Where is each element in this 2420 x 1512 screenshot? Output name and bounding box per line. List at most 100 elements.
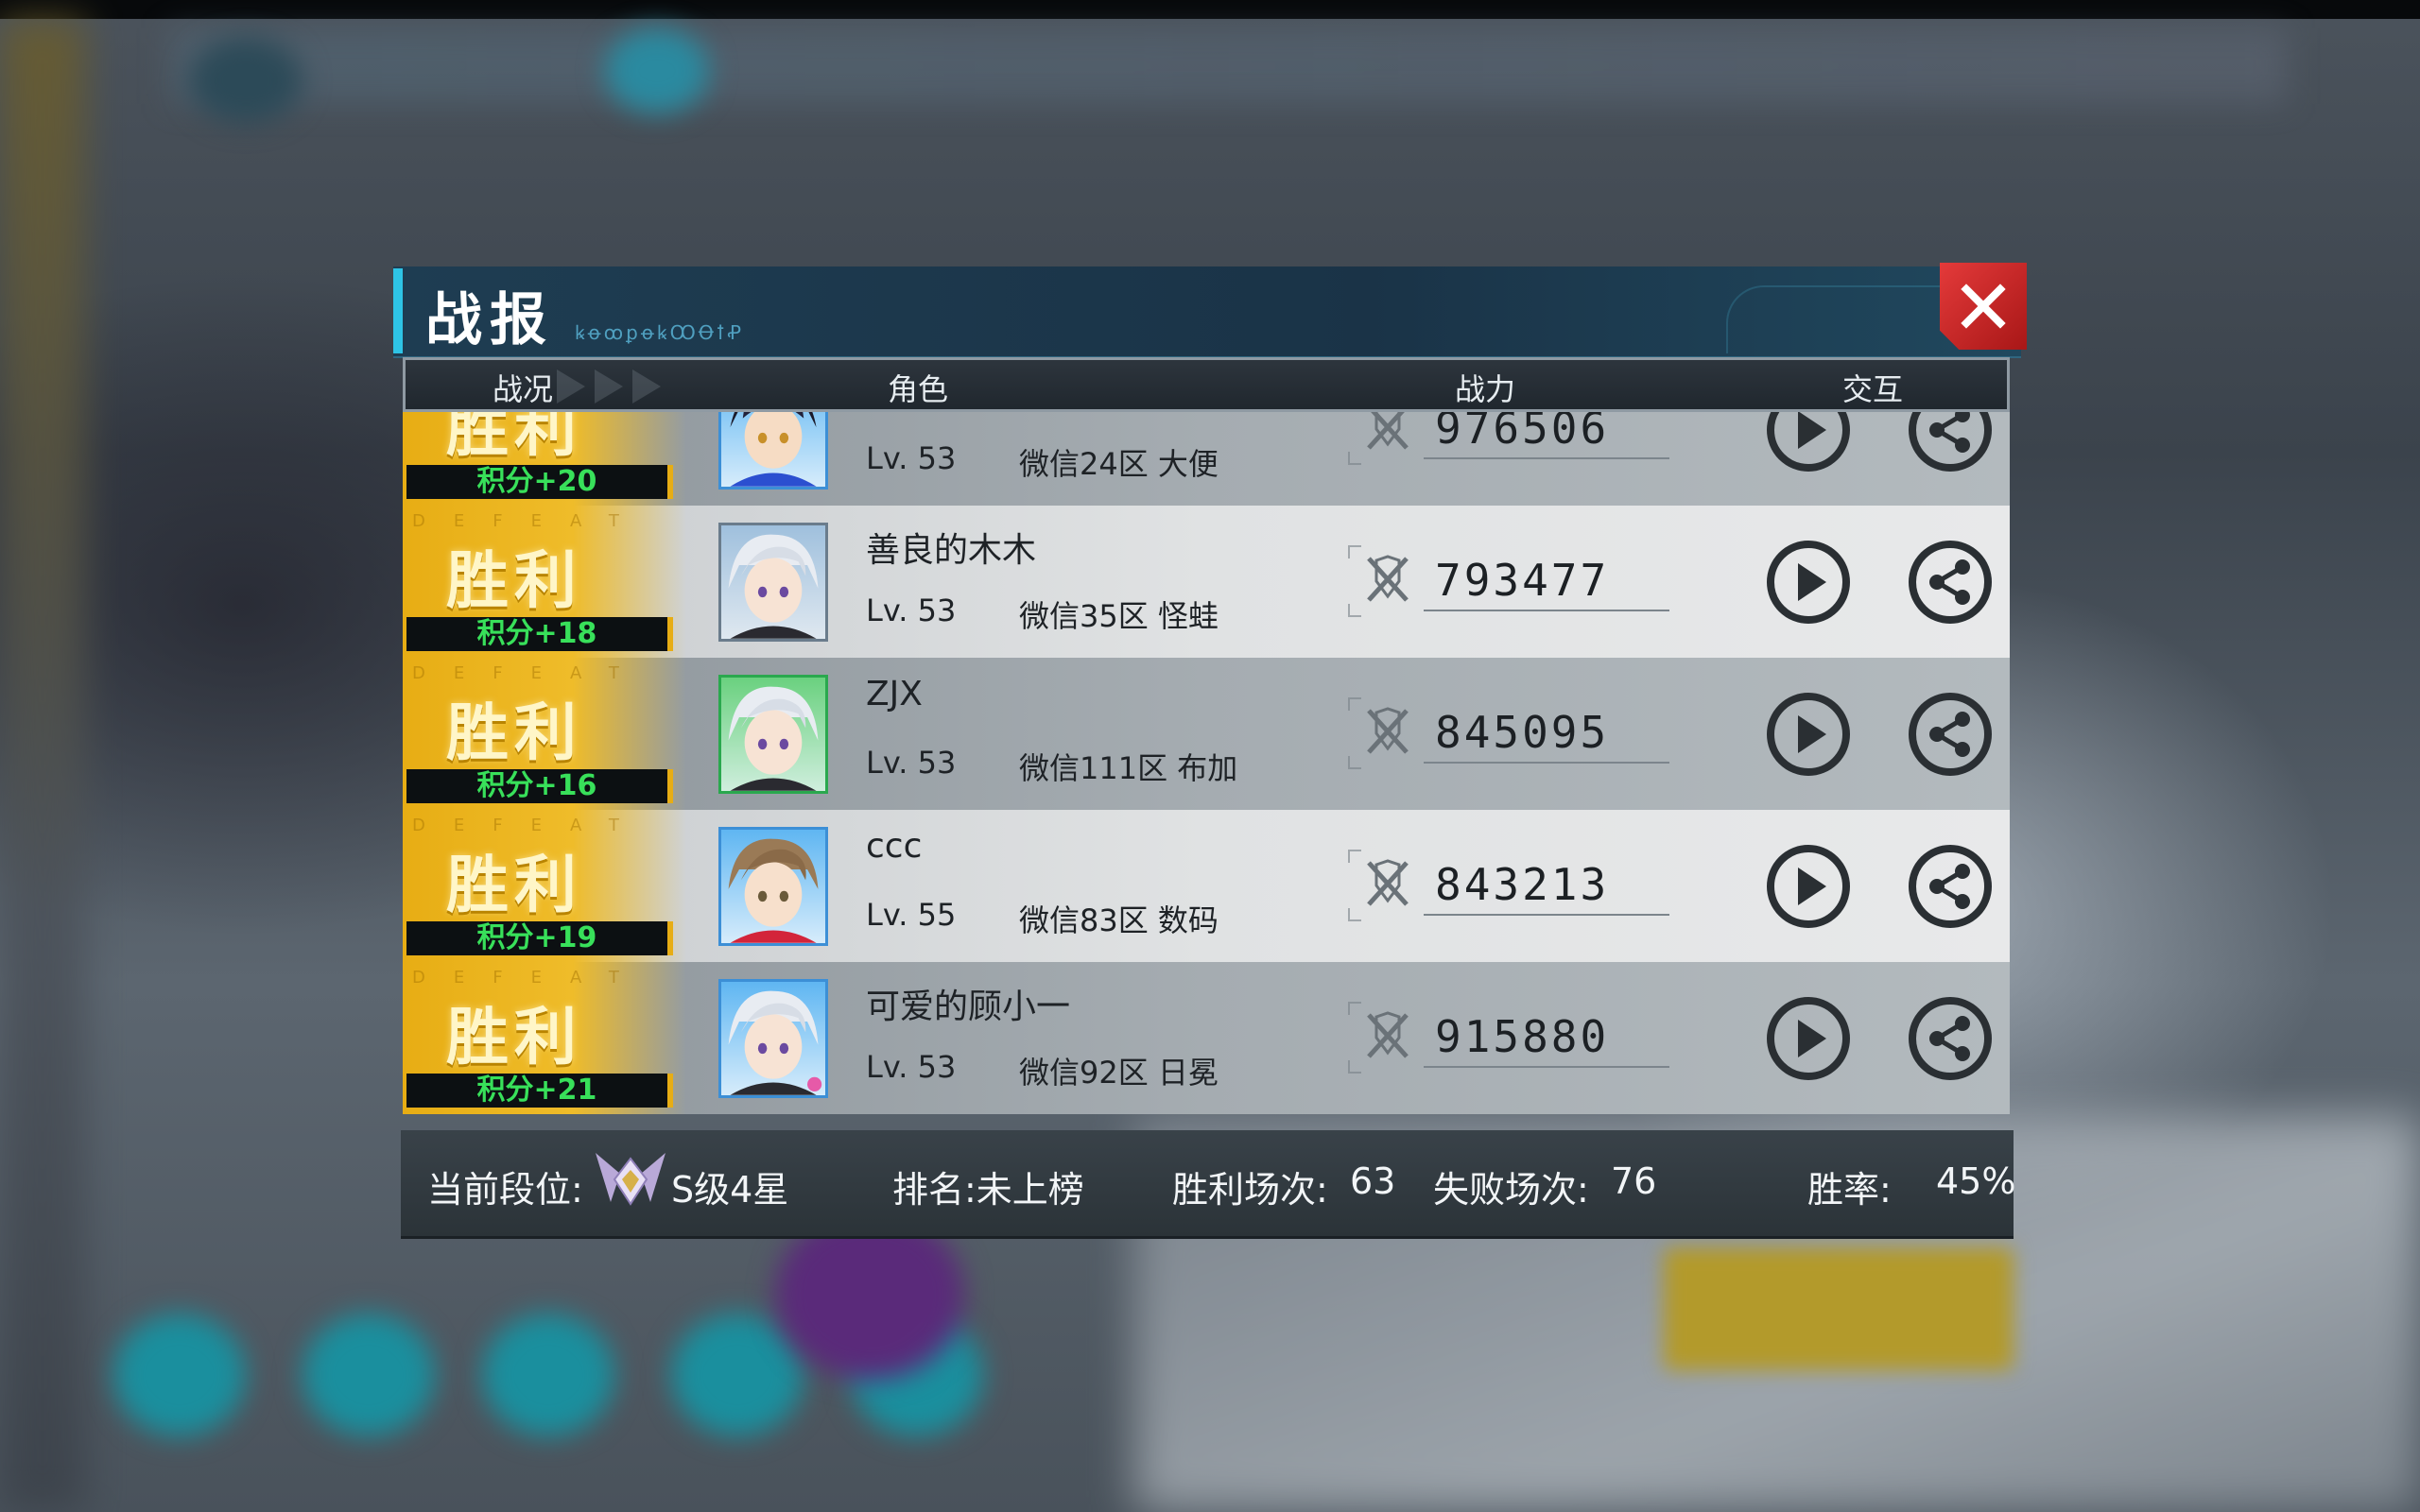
avatar[interactable] — [718, 523, 828, 642]
score-badge: 积分+21 — [406, 1074, 673, 1108]
play-icon — [1767, 541, 1850, 624]
header-interact: 交互 — [1842, 371, 1904, 407]
play-icon — [1767, 693, 1850, 776]
title-accent — [393, 268, 403, 353]
background-left-strip — [0, 19, 85, 1512]
score-badge: 积分+16 — [406, 769, 673, 803]
battle-report-dialog: 战报 ꝃꝋꝏꝑꝋꝃꝎꝊꝉꝒ 战况 角色 战力 交互 DEFEAT 胜利 积分+2… — [393, 263, 2027, 1239]
player-name: ccc — [866, 827, 923, 866]
title-bar: 战报 ꝃꝋꝏꝑꝋꝃꝎꝊꝉꝒ — [393, 266, 2021, 358]
share-icon — [1909, 693, 1992, 776]
title-decoration: ꝃꝋꝏꝑꝋꝃꝎꝊꝉꝒ — [575, 321, 745, 344]
avatar[interactable] — [718, 979, 828, 1098]
character-portrait-icon — [728, 838, 819, 943]
result-watermark: DEFEAT — [412, 816, 648, 835]
losses-count: 76 — [1611, 1160, 1657, 1202]
winrate-value: 45% — [1936, 1160, 2016, 1202]
wins-label: 胜利场次: — [1172, 1169, 1328, 1211]
share-button[interactable] — [1906, 412, 1995, 474]
stats-footer: 当前段位: S级4星 排名:未上榜 胜利场次: 63 失败场次: 76 胜率: … — [401, 1130, 2016, 1239]
power-display: 976506 — [1348, 412, 1679, 465]
close-button[interactable] — [1940, 263, 2027, 350]
power-display: 845095 — [1348, 697, 1679, 769]
crossed-swords-icon — [1367, 707, 1409, 754]
player-name: 可爱的顾小一 — [866, 988, 1071, 1026]
player-name: ZJX — [866, 675, 923, 713]
crossed-swords-icon — [1367, 859, 1409, 906]
result-text: 胜利 — [446, 849, 582, 921]
player-name: PKE盛世 — [866, 412, 998, 420]
player-server: 微信111区 布加 — [1019, 750, 1238, 786]
power-value: 976506 — [1435, 412, 1610, 454]
battle-row: DEFEAT 胜利 积分+18 善良的木木 Lv. 53 微信35区 怪蛙 79… — [403, 506, 2010, 658]
result-block: DEFEAT 胜利 积分+20 — [403, 412, 686, 506]
result-watermark: DEFEAT — [412, 968, 648, 988]
background-skill-icon — [482, 1314, 614, 1436]
power-underline — [1424, 610, 1669, 611]
avatar[interactable] — [718, 827, 828, 946]
battle-row: DEFEAT 胜利 积分+19 ccc Lv. 55 微信83区 数码 8432… — [403, 810, 2010, 962]
wins-count: 63 — [1350, 1160, 1396, 1202]
table-header: 战况 角色 战力 交互 — [403, 357, 2010, 412]
background-blob — [189, 38, 302, 123]
play-icon — [1767, 845, 1850, 928]
background-skill-icon — [671, 1314, 804, 1436]
replay-button[interactable] — [1764, 994, 1853, 1083]
power-value: 843213 — [1435, 859, 1610, 910]
background-skill-icon — [113, 1314, 246, 1436]
share-button[interactable] — [1906, 842, 1995, 931]
power-underline — [1424, 1066, 1669, 1068]
rank-emblem-icon — [596, 1153, 666, 1206]
player-level: Lv. 55 — [866, 897, 957, 933]
rank-label: 当前段位: — [427, 1169, 583, 1211]
share-button[interactable] — [1906, 538, 1995, 627]
battle-row: DEFEAT 胜利 积分+21 可爱的顾小一 Lv. 53 微信92区 日冕 9… — [403, 962, 2010, 1114]
play-icon — [1767, 997, 1850, 1080]
result-text: 胜利 — [446, 696, 582, 769]
close-icon — [1961, 284, 2006, 329]
crossed-swords-icon — [1367, 555, 1409, 602]
background-start-button — [1664, 1247, 2014, 1370]
share-icon — [1909, 997, 1992, 1080]
winrate-label: 胜率: — [1807, 1169, 1892, 1211]
result-block: DEFEAT 胜利 积分+21 — [403, 962, 686, 1114]
dialog-title: 战报 — [425, 287, 554, 353]
battle-list[interactable]: DEFEAT 胜利 积分+20 PKE盛世 Lv. 53 微信24区 大便 — [403, 412, 2010, 1130]
replay-button[interactable] — [1764, 690, 1853, 779]
background-top-hud — [170, 28, 2288, 104]
replay-button[interactable] — [1764, 538, 1853, 627]
battle-row: DEFEAT 胜利 积分+20 PKE盛世 Lv. 53 微信24区 大便 — [403, 412, 2010, 506]
replay-button[interactable] — [1764, 412, 1853, 474]
power-display: 793477 — [1348, 545, 1679, 617]
share-icon — [1909, 845, 1992, 928]
player-name: 善良的木木 — [866, 531, 1037, 570]
player-server: 微信35区 怪蛙 — [1019, 598, 1219, 634]
player-server: 微信83区 数码 — [1019, 902, 1219, 938]
header-character: 角色 — [888, 371, 949, 407]
background-blob — [605, 28, 709, 113]
power-value: 845095 — [1435, 707, 1610, 758]
share-button[interactable] — [1906, 690, 1995, 779]
ranking-text: 排名:未上榜 — [892, 1169, 1084, 1211]
header-power: 战力 — [1455, 371, 1516, 407]
player-level: Lv. 53 — [866, 593, 957, 628]
crossed-swords-icon — [1367, 1011, 1409, 1058]
result-text: 胜利 — [446, 412, 582, 465]
rank-value: S级4星 — [671, 1169, 789, 1211]
result-block: DEFEAT 胜利 积分+18 — [403, 506, 686, 658]
play-icon — [1767, 412, 1850, 472]
replay-button[interactable] — [1764, 842, 1853, 931]
player-level: Lv. 53 — [866, 440, 957, 476]
score-badge: 积分+18 — [406, 617, 673, 651]
header-result: 战况 — [493, 371, 554, 407]
background-skill-icon — [302, 1314, 435, 1436]
avatar[interactable] — [718, 675, 828, 794]
player-server: 微信92区 日冕 — [1019, 1055, 1219, 1091]
character-portrait-icon — [728, 990, 822, 1095]
character-portrait-icon — [730, 412, 817, 487]
power-underline — [1424, 457, 1669, 459]
avatar[interactable] — [718, 412, 828, 490]
share-button[interactable] — [1906, 994, 1995, 1083]
character-portrait-icon — [728, 686, 819, 791]
player-level: Lv. 53 — [866, 745, 957, 781]
